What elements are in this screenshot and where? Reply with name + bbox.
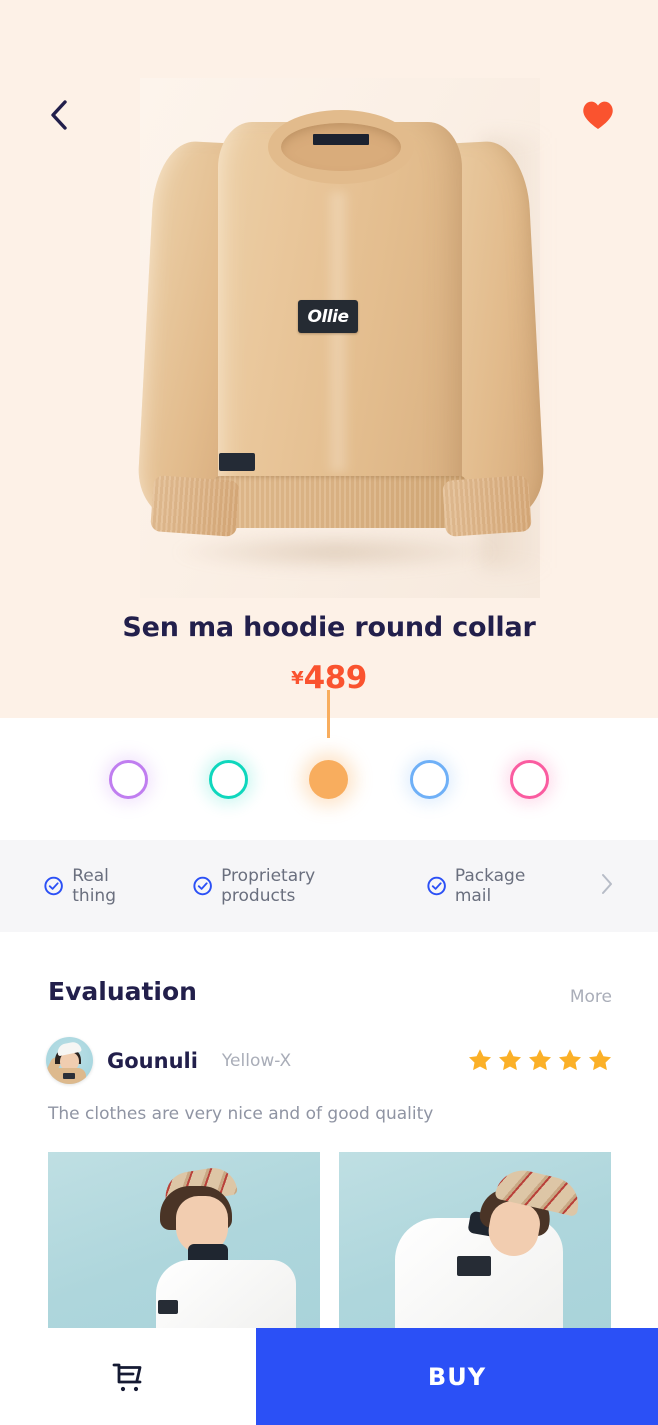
review-photo-list bbox=[48, 1152, 611, 1330]
star-icon bbox=[499, 1049, 521, 1071]
sweatshirt-hem bbox=[214, 476, 466, 528]
color-swatch-pink[interactable] bbox=[510, 759, 550, 799]
avatar-body bbox=[52, 1068, 86, 1084]
shopping-cart-icon bbox=[112, 1363, 142, 1391]
brand-logo-text: Ollie bbox=[307, 306, 349, 327]
color-swatch-list bbox=[0, 718, 658, 840]
cart-button[interactable] bbox=[0, 1328, 256, 1425]
review-photo-0[interactable] bbox=[48, 1152, 320, 1330]
color-swatch-teal[interactable] bbox=[209, 759, 249, 799]
review-text: The clothes are very nice and of good qu… bbox=[48, 1104, 434, 1124]
star-icon bbox=[529, 1049, 551, 1071]
chevron-right-icon bbox=[602, 874, 612, 894]
sweatshirt-right-cuff bbox=[442, 475, 532, 537]
evaluation-more-link[interactable]: More bbox=[570, 987, 612, 1007]
sweatshirt-neck-tag bbox=[313, 134, 369, 145]
check-circle-icon bbox=[44, 876, 63, 896]
back-button[interactable] bbox=[36, 92, 82, 138]
star-icon bbox=[589, 1049, 611, 1071]
model-shirt-logo bbox=[158, 1300, 178, 1314]
feature-item-2[interactable]: Package mail bbox=[426, 866, 563, 906]
star-rating bbox=[468, 1048, 612, 1071]
product-image[interactable]: Ollie bbox=[136, 78, 546, 598]
buy-button[interactable]: BUY bbox=[256, 1328, 658, 1425]
model-shirt bbox=[156, 1260, 296, 1330]
sweatshirt-left-cuff bbox=[150, 475, 240, 537]
color-selector bbox=[0, 690, 658, 840]
feature-item-0[interactable]: Real thing bbox=[44, 866, 155, 906]
chevron-left-icon bbox=[51, 100, 67, 130]
color-swatch-purple[interactable] bbox=[108, 759, 148, 799]
color-swatch-blue[interactable] bbox=[409, 759, 449, 799]
feature-expand-button[interactable] bbox=[601, 873, 614, 899]
review-photo-1[interactable] bbox=[339, 1152, 611, 1330]
check-circle-icon bbox=[193, 876, 212, 896]
feature-label: Real thing bbox=[72, 866, 116, 906]
brand-logo-patch: Ollie bbox=[298, 300, 358, 333]
feature-label: Proprietary products bbox=[221, 866, 316, 906]
model-shirt-logo bbox=[457, 1256, 491, 1276]
check-circle-icon bbox=[426, 876, 446, 896]
favorite-button[interactable] bbox=[574, 90, 622, 138]
star-icon bbox=[469, 1049, 491, 1071]
feature-item-1[interactable]: Proprietary products bbox=[193, 866, 389, 906]
service-feature-strip: Real thing Proprietary products Package … bbox=[0, 840, 658, 932]
product-shadow-bottom bbox=[170, 532, 500, 572]
bottom-action-bar: BUY bbox=[0, 1328, 658, 1425]
color-swatch-orange[interactable] bbox=[309, 759, 349, 799]
product-title: Sen ma hoodie round collar bbox=[122, 612, 536, 643]
avatar[interactable] bbox=[46, 1037, 93, 1084]
sweatshirt-hem-label bbox=[219, 453, 255, 471]
star-icon bbox=[559, 1049, 581, 1071]
currency-symbol: ¥ bbox=[291, 668, 304, 689]
price-amount: 489 bbox=[303, 660, 368, 696]
product-hero: Ollie Sen ma hoodie round collar ¥489 bbox=[0, 0, 658, 718]
heart-icon bbox=[583, 101, 613, 129]
product-detail-screen: Ollie Sen ma hoodie round collar ¥489 Re… bbox=[0, 0, 658, 1425]
reviewer-name: Gounuli bbox=[107, 1048, 198, 1073]
reviewer-variant: Yellow-X bbox=[221, 1050, 292, 1071]
evaluation-heading: Evaluation bbox=[48, 977, 197, 1006]
sweatshirt-collar bbox=[268, 110, 414, 184]
review-author: Gounuli Yellow-X bbox=[46, 1037, 291, 1084]
feature-label: Package mail bbox=[454, 866, 526, 906]
